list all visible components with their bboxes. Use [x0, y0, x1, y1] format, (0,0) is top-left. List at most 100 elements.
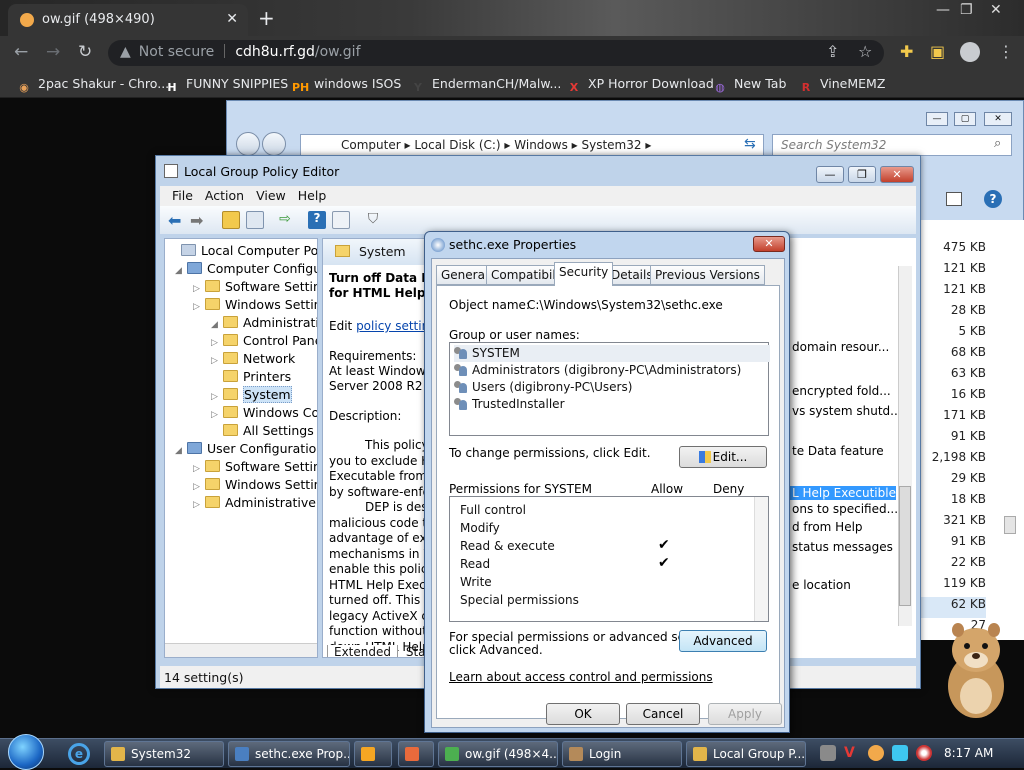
breadcrumb-system32[interactable]: System32 [582, 138, 642, 152]
tree-node[interactable]: ▷ Windows Cor [211, 405, 317, 420]
explorer-close-icon[interactable]: ✕ [984, 112, 1012, 126]
tab-general[interactable]: General [436, 265, 494, 285]
tree-node[interactable]: ▷ Software Settings [193, 459, 317, 474]
policy-list-item[interactable]: status messages [792, 540, 893, 554]
menu-icon[interactable]: ⋮ [998, 42, 1014, 61]
menu-view[interactable]: View [256, 186, 286, 206]
policy-list-item[interactable]: ons to specified... [792, 502, 898, 516]
browser-tab-active[interactable]: ow.gif (498×490) ✕ [8, 4, 248, 36]
expand-arrow-icon[interactable]: ▷ [193, 482, 203, 492]
expand-arrow-icon[interactable]: ▷ [211, 356, 221, 366]
expand-arrow-icon[interactable]: ▷ [211, 392, 221, 402]
profile-avatar[interactable] [960, 42, 980, 62]
reload-icon[interactable]: ↻ [78, 42, 92, 62]
close-window-icon[interactable]: ✕ [990, 2, 1002, 18]
expand-arrow-icon[interactable]: ▷ [193, 500, 203, 510]
menu-help[interactable]: Help [298, 186, 327, 206]
tree-node[interactable]: Printers [211, 369, 291, 384]
explorer-maximize-icon[interactable]: ▢ [954, 112, 976, 126]
gpedit-minimize-icon[interactable]: — [816, 166, 844, 183]
breadcrumb-local-disk[interactable]: Local Disk (C:) [414, 138, 500, 152]
learn-access-control-link[interactable]: Learn about access control and permissio… [449, 670, 713, 684]
filter-icon[interactable]: ⛉ [364, 211, 382, 229]
share-icon[interactable]: ⇪ [826, 42, 839, 61]
extensions-icon[interactable]: ✚ [900, 42, 913, 61]
export-list-icon[interactable]: ⇨ [276, 211, 294, 229]
tree-node[interactable]: ▷ Administrative Te [193, 495, 317, 510]
tray-app-icon[interactable] [820, 745, 836, 761]
policy-list-item[interactable]: te Data feature [792, 444, 884, 458]
taskbar-item[interactable]: sethc.exe Prop... [228, 741, 350, 767]
tree-node[interactable]: ▷ System [211, 386, 292, 403]
search-icon[interactable]: ⌕ [994, 136, 1001, 151]
tree-node[interactable]: Local Computer Policy [169, 243, 317, 258]
policy-list-item[interactable]: L Help Executible [788, 486, 896, 500]
policy-list-item[interactable]: e location [792, 578, 851, 592]
gpedit-close-icon[interactable]: ✕ [880, 166, 914, 183]
permissions-scrollbar[interactable] [754, 497, 768, 621]
taskbar-item[interactable]: System32 [104, 741, 224, 767]
explorer-scrollbar-thumb[interactable] [1004, 516, 1016, 534]
tab-extended[interactable]: Extended [327, 645, 398, 657]
forward-arrow-icon[interactable]: ➡ [190, 211, 208, 230]
advanced-button[interactable]: Advanced [679, 630, 767, 652]
bookmark-item[interactable]: R VineMEMZ [798, 76, 886, 97]
bookmark-item[interactable]: H FUNNY SNIPPIES [164, 76, 288, 97]
preview-pane-icon[interactable] [946, 192, 962, 206]
tree-node[interactable]: ◢ Computer Configura [175, 261, 317, 276]
menu-action[interactable]: Action [205, 186, 244, 206]
expand-arrow-icon[interactable]: ◢ [175, 266, 185, 276]
group-list-item[interactable]: Users (digibrony-PC\Users) [454, 379, 632, 396]
start-button[interactable] [8, 734, 44, 770]
policy-list-item[interactable]: vs system shutd... [792, 404, 902, 418]
minimize-icon[interactable]: — [936, 2, 950, 18]
tray-display-icon[interactable] [892, 745, 908, 761]
edit-button[interactable]: Edit... [679, 446, 767, 468]
help-icon[interactable]: ? [984, 190, 1002, 208]
explorer-minimize-icon[interactable]: — [926, 112, 948, 126]
breadcrumb-windows[interactable]: Windows [514, 138, 568, 152]
expand-arrow-icon[interactable]: ▷ [193, 302, 203, 312]
menu-file[interactable]: File [172, 186, 193, 206]
properties-icon[interactable] [332, 211, 350, 229]
expand-arrow-icon[interactable]: ◢ [211, 320, 221, 330]
expand-arrow-icon[interactable]: ▷ [193, 464, 203, 474]
tray-search-icon[interactable] [868, 745, 884, 761]
close-tab-icon[interactable]: ✕ [226, 11, 238, 27]
forward-icon[interactable]: → [46, 42, 60, 62]
restore-icon[interactable]: ❐ [960, 2, 973, 18]
policy-list-scroll-thumb[interactable] [899, 486, 911, 606]
tree-node[interactable]: ◢ User Configuration [175, 441, 317, 456]
tree-node[interactable]: ▷ Control Panel [211, 333, 317, 348]
bookmark-item[interactable]: ◍ New Tab [712, 76, 786, 97]
expand-arrow-icon[interactable]: ▷ [193, 284, 203, 294]
ie-icon[interactable]: e [68, 743, 90, 765]
tab-security[interactable]: Security [554, 262, 614, 286]
explorer-address-bar[interactable]: Computer ▸ Local Disk (C:) ▸ Windows ▸ S… [300, 134, 764, 156]
tree-node[interactable]: ▷ Windows Setting [193, 477, 317, 492]
tree-node[interactable]: ▷ Network [211, 351, 295, 366]
policy-list-item[interactable]: domain resour... [792, 340, 889, 354]
tab-previous-versions[interactable]: Previous Versions [650, 265, 765, 285]
taskbar-item[interactable] [354, 741, 392, 767]
show-hide-tree-icon[interactable] [246, 211, 264, 229]
back-icon[interactable]: ← [14, 42, 28, 62]
explorer-search-input[interactable]: Search System32 [772, 134, 1012, 156]
explorer-refresh-icon[interactable]: ⇆ [744, 136, 756, 152]
side-panel-icon[interactable]: ▣ [930, 42, 945, 61]
policy-list-item[interactable]: d from Help [792, 520, 863, 534]
policy-list-item[interactable]: encrypted fold... [792, 384, 891, 398]
group-list-item[interactable]: TrustedInstaller [454, 396, 565, 413]
dialog-close-button[interactable]: ✕ [753, 236, 785, 252]
breadcrumb-computer[interactable]: Computer [341, 138, 401, 152]
cancel-button[interactable]: Cancel [626, 703, 700, 725]
new-tab-button[interactable]: + [258, 6, 275, 30]
back-arrow-icon[interactable]: ⬅ [168, 211, 186, 230]
address-bar[interactable]: ▲ Not secure cdh8u.rf.gd/ow.gif [108, 40, 884, 66]
apply-button[interactable]: Apply [708, 703, 782, 725]
expand-arrow-icon[interactable]: ◢ [175, 446, 185, 456]
taskbar-item[interactable]: ow.gif (498×4... [438, 741, 558, 767]
explorer-back-icon[interactable] [236, 132, 260, 156]
tray-v-icon[interactable]: V [844, 745, 860, 761]
explorer-forward-icon[interactable] [262, 132, 286, 156]
